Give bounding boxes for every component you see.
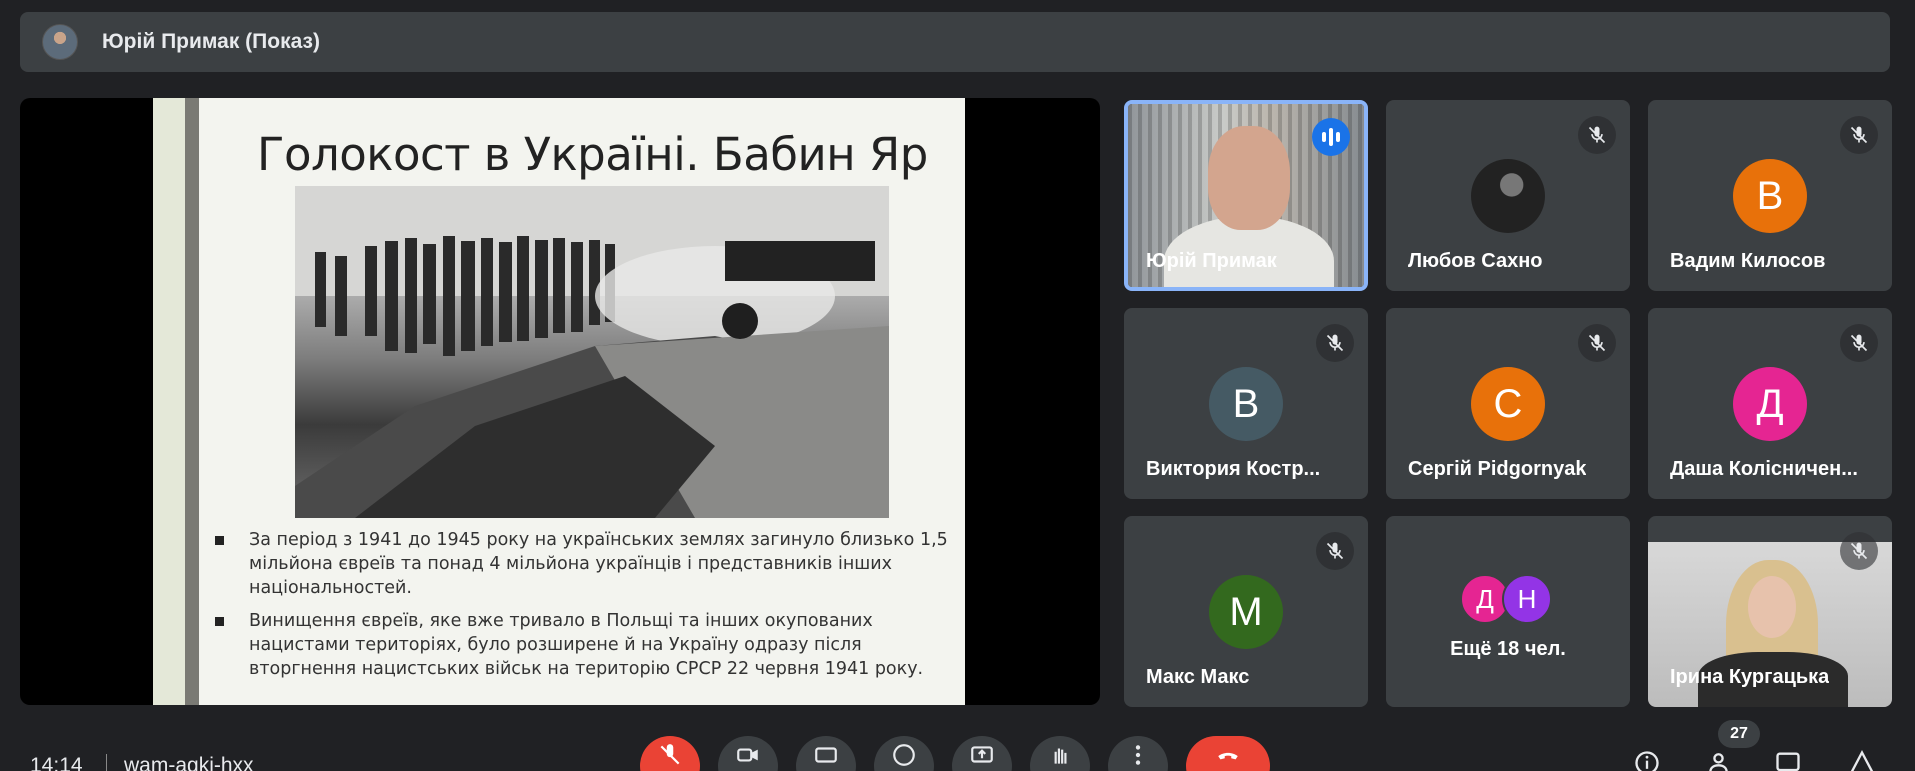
present-screen-icon: [971, 746, 993, 763]
participant-count-badge: 27: [1718, 720, 1760, 748]
slide-bullet-list: За період з 1941 до 1945 року на українс…: [213, 528, 953, 690]
mic-off-icon: [1316, 324, 1354, 362]
activities-icon: [1850, 750, 1874, 771]
bullet-marker: [215, 617, 224, 626]
slide-title: Голокост в Україні. Бабин Яр: [257, 128, 928, 181]
participant-avatar: В: [1733, 159, 1807, 233]
info-icon: [1635, 751, 1659, 771]
end-call-icon: [1218, 752, 1238, 760]
more-options-icon: [1135, 745, 1141, 765]
participant-tile-speaker[interactable]: Юрій Примак: [1124, 100, 1368, 291]
participant-avatar: Н: [1502, 574, 1552, 624]
chat-icon: [1776, 752, 1800, 771]
participant-tile[interactable]: Ірина Кургацька: [1648, 516, 1892, 707]
participant-name: Ірина Кургацька: [1670, 666, 1830, 688]
meeting-code: wam-agki-hxx: [124, 754, 254, 771]
presenter-avatar: [42, 24, 78, 60]
presentation-stage[interactable]: Голокост в Україні. Бабин Яр За період з…: [20, 98, 1100, 705]
slide-photo: [295, 186, 889, 518]
participant-avatar: М: [1209, 575, 1283, 649]
speaking-indicator-icon: [1312, 118, 1350, 156]
participant-name: Юрій Примак: [1146, 250, 1277, 272]
participant-tile[interactable]: С Сергій Pidgornyak: [1386, 308, 1630, 499]
participant-name: Виктория Костр...: [1146, 458, 1321, 480]
chat-button[interactable]: [1771, 746, 1805, 771]
emoji-icon: [893, 744, 915, 766]
slide-decor-line: [185, 98, 199, 705]
more-participants-avatars: Д Н: [1460, 574, 1552, 624]
mic-off-icon: [660, 744, 680, 765]
meeting-info-button[interactable]: [1630, 746, 1664, 771]
camera-icon: [737, 748, 758, 762]
participant-avatar: С: [1471, 367, 1545, 441]
participant-name: Сергій Pidgornyak: [1408, 458, 1587, 480]
participant-tile[interactable]: Д Даша Колісничен...: [1648, 308, 1892, 499]
presenter-name: Юрій Примак (Показ): [102, 30, 320, 53]
captions-icon: [815, 747, 837, 763]
bullet-marker: [215, 536, 224, 545]
mic-off-icon: [1840, 116, 1878, 154]
raise-hand-icon: [1054, 748, 1067, 764]
people-button[interactable]: [1705, 746, 1739, 771]
end-call-button[interactable]: [1186, 736, 1270, 771]
mic-off-icon: [1840, 532, 1878, 570]
more-participants-label: Ещё 18 чел.: [1450, 638, 1566, 660]
slide-bullet: Винищення євреїв, яке вже тривало в Поль…: [213, 609, 953, 681]
participant-avatar: В: [1209, 367, 1283, 441]
participant-tile[interactable]: В Вадим Килосов: [1648, 100, 1892, 291]
mic-off-icon: [1316, 532, 1354, 570]
clock: 14:14: [30, 754, 83, 771]
activities-button[interactable]: [1845, 746, 1879, 771]
participant-name: Любов Сахно: [1408, 250, 1543, 272]
slide-decor-strip: [153, 98, 185, 705]
participant-tile[interactable]: М Макс Макс: [1124, 516, 1368, 707]
slide-bullet: За період з 1941 до 1945 року на українс…: [213, 528, 953, 600]
slide: Голокост в Україні. Бабин Яр За період з…: [153, 98, 965, 705]
participant-name: Даша Колісничен...: [1670, 458, 1858, 480]
people-icon: [1709, 753, 1728, 771]
mic-off-icon: [1578, 324, 1616, 362]
participant-avatar: Д: [1733, 367, 1807, 441]
more-participants-tile[interactable]: Д Н Ещё 18 чел.: [1386, 516, 1630, 707]
participant-tile[interactable]: Любов Сахно: [1386, 100, 1630, 291]
participant-avatar: [1471, 159, 1545, 233]
participant-name: Вадим Килосов: [1670, 250, 1826, 272]
divider: [106, 754, 107, 771]
participant-name: Макс Макс: [1146, 666, 1250, 688]
presenter-bar: Юрій Примак (Показ): [20, 12, 1890, 72]
participant-tile[interactable]: В Виктория Костр...: [1124, 308, 1368, 499]
mic-off-icon: [1578, 116, 1616, 154]
mic-off-icon: [1840, 324, 1878, 362]
